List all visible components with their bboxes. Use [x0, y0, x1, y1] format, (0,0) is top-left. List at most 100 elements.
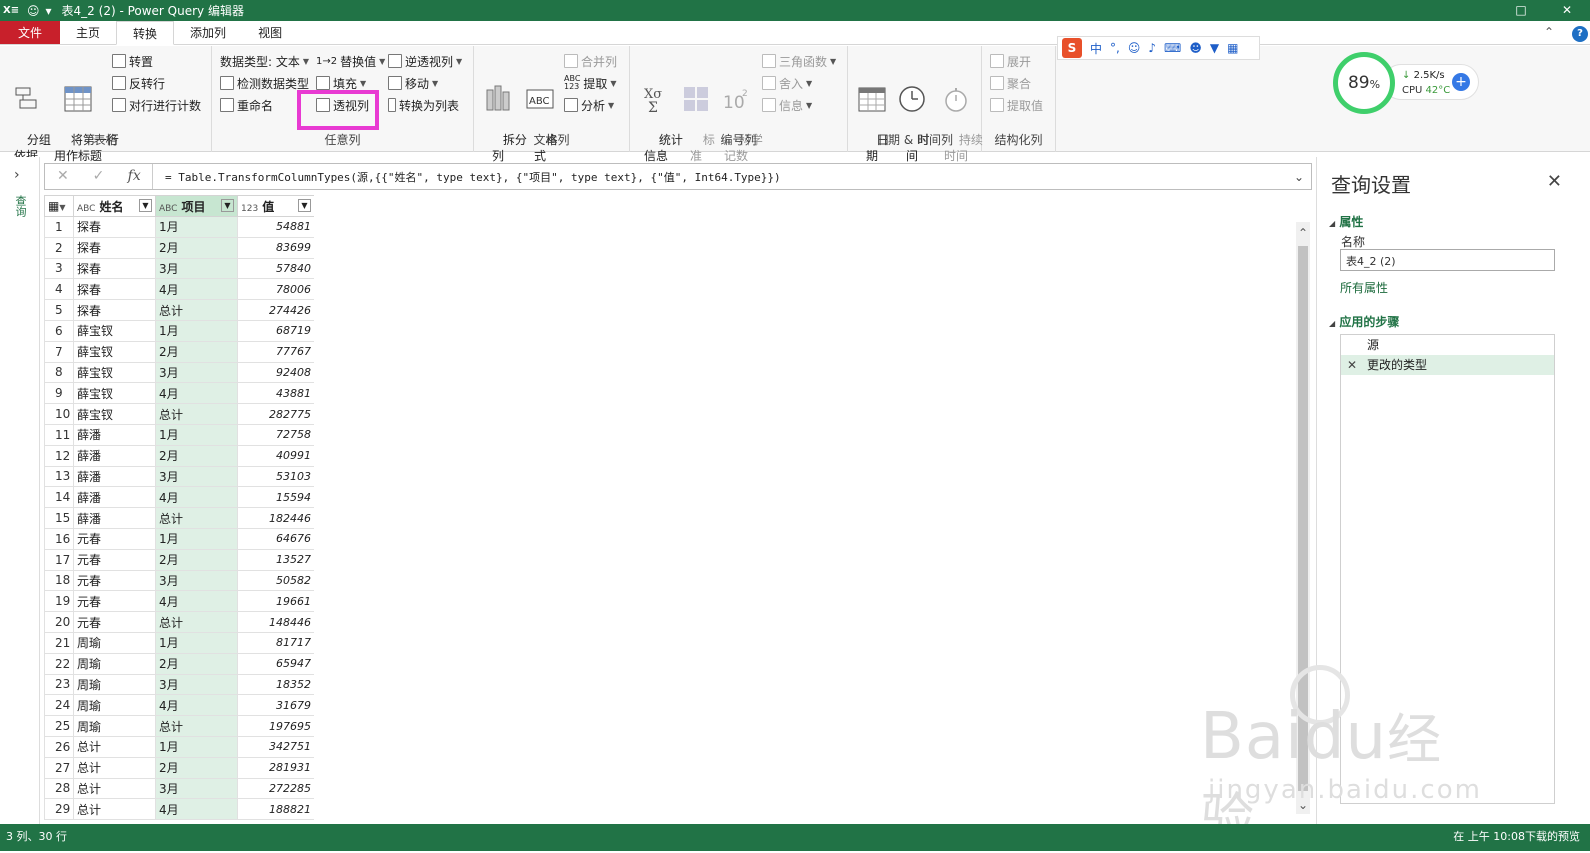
cell-name[interactable]: 周瑜 [73, 652, 156, 675]
row-number[interactable]: 20 [44, 611, 74, 633]
table-row[interactable]: 23 周瑜 3月 18352 [44, 673, 314, 696]
scroll-down-icon[interactable]: ⌄ [1296, 798, 1310, 812]
table-row[interactable]: 2 探春 2月 83699 [44, 236, 314, 259]
row-number[interactable]: 13 [44, 465, 74, 488]
close-icon[interactable]: ✕ [1547, 171, 1562, 192]
scroll-up-icon[interactable]: ⌃ [1296, 226, 1310, 240]
cell-value[interactable]: 18352 [237, 673, 314, 696]
confirm-formula-icon[interactable]: ✓ [81, 164, 117, 189]
cell-name[interactable]: 薛宝钗 [73, 382, 156, 405]
cell-item[interactable]: 3月 [155, 257, 238, 280]
table-row[interactable]: 20 元春 总计 148446 [44, 611, 314, 633]
move-button[interactable]: 移动 ▼ [388, 73, 438, 93]
cell-name[interactable]: 总计 [73, 798, 156, 821]
cell-value[interactable]: 83699 [237, 236, 314, 259]
row-number[interactable]: 12 [44, 444, 74, 467]
row-number[interactable]: 15 [44, 507, 74, 529]
table-row[interactable]: 11 薛潘 1月 72758 [44, 423, 314, 446]
cell-item[interactable]: 4月 [155, 798, 238, 821]
cell-name[interactable]: 薛潘 [73, 507, 156, 529]
cell-item[interactable]: 1月 [155, 319, 238, 342]
tab-view[interactable]: 视图 [242, 21, 298, 44]
cell-value[interactable]: 272285 [237, 777, 314, 800]
cell-item[interactable]: 总计 [155, 715, 238, 737]
row-number[interactable]: 6 [44, 319, 74, 342]
microphone-icon[interactable]: ♪ [1148, 41, 1156, 55]
expand-queries-icon[interactable]: › [14, 167, 20, 183]
use-first-row-as-headers-button[interactable]: 将第一行 用作标题 [48, 52, 119, 180]
cell-value[interactable]: 31679 [237, 694, 314, 717]
split-column-button[interactable]: 拆分 列 [480, 52, 527, 180]
cell-value[interactable]: 197695 [237, 715, 314, 737]
table-row[interactable]: 12 薛潘 2月 40991 [44, 444, 314, 467]
cell-item[interactable]: 1月 [155, 631, 238, 654]
table-row[interactable]: 1 探春 1月 54881 [44, 216, 314, 238]
punctuation-toggle[interactable]: °, [1110, 41, 1120, 55]
query-name-input[interactable]: 表4_2 (2) [1340, 249, 1555, 271]
close-button[interactable]: ✕ [1544, 0, 1590, 21]
cell-item[interactable]: 4月 [155, 590, 238, 613]
table-row[interactable]: 17 元春 2月 13527 [44, 548, 314, 571]
table-row[interactable]: 24 周瑜 4月 31679 [44, 694, 314, 717]
cell-value[interactable]: 282775 [237, 403, 314, 425]
cell-value[interactable]: 148446 [237, 611, 314, 633]
cell-item[interactable]: 2月 [155, 236, 238, 259]
standard-button[interactable]: 标 准 [680, 52, 715, 180]
convert-to-list-button[interactable]: 转换为列表 [388, 95, 459, 115]
table-row[interactable]: 15 薛潘 总计 182446 [44, 507, 314, 529]
step-source[interactable]: 源 [1341, 335, 1554, 355]
cell-value[interactable]: 43881 [237, 382, 314, 405]
queries-label[interactable]: 查询 [12, 195, 27, 217]
row-number[interactable]: 3 [44, 257, 74, 280]
cell-value[interactable]: 78006 [237, 278, 314, 301]
column-header-name[interactable]: ABC 姓名 ▼ [73, 195, 156, 217]
applied-steps-section[interactable]: ◢ 应用的步骤 [1329, 313, 1399, 330]
row-number[interactable]: 27 [44, 756, 74, 779]
cell-item[interactable]: 1月 [155, 216, 238, 238]
table-row[interactable]: 6 薛宝钗 1月 68719 [44, 319, 314, 342]
table-row[interactable]: 29 总计 4月 188821 [44, 798, 314, 821]
cell-item[interactable]: 2月 [155, 444, 238, 467]
table-menu-icon[interactable]: ▦▼ [44, 195, 74, 217]
scientific-button[interactable]: 10 2 科学 记数 [716, 52, 763, 180]
row-number[interactable]: 17 [44, 548, 74, 571]
duration-button[interactable]: 持续 时间 [936, 52, 983, 180]
cell-value[interactable]: 77767 [237, 340, 314, 363]
cell-item[interactable]: 总计 [155, 611, 238, 633]
tab-home[interactable]: 主页 [60, 21, 116, 44]
cell-value[interactable]: 13527 [237, 548, 314, 571]
cell-name[interactable]: 薛宝钗 [73, 319, 156, 342]
cell-name[interactable]: 薛潘 [73, 444, 156, 467]
cell-item[interactable]: 4月 [155, 486, 238, 509]
cell-value[interactable]: 188821 [237, 798, 314, 821]
cell-item[interactable]: 3月 [155, 569, 238, 592]
row-number[interactable]: 23 [44, 673, 74, 696]
row-number[interactable]: 5 [44, 299, 74, 321]
statistics-button[interactable]: Xσ Σ 统计 信息 [636, 52, 683, 180]
all-properties-link[interactable]: 所有属性 [1340, 279, 1388, 296]
rename-button[interactable]: 重命名 [220, 95, 273, 115]
cell-name[interactable]: 探春 [73, 257, 156, 280]
cell-name[interactable]: 探春 [73, 278, 156, 301]
cell-item[interactable]: 总计 [155, 507, 238, 529]
table-row[interactable]: 10 薛宝钗 总计 282775 [44, 403, 314, 425]
cell-name[interactable]: 探春 [73, 299, 156, 321]
cell-item[interactable]: 3月 [155, 465, 238, 488]
row-number[interactable]: 9 [44, 382, 74, 405]
table-row[interactable]: 28 总计 3月 272285 [44, 777, 314, 800]
parse-button[interactable]: 分析 ▼ [564, 95, 614, 115]
formula-input[interactable]: = Table.TransformColumnTypes(源,{{"姓名", t… [153, 169, 1287, 185]
cell-item[interactable]: 1月 [155, 735, 238, 758]
table-row[interactable]: 26 总计 1月 342751 [44, 735, 314, 758]
cell-name[interactable]: 薛宝钗 [73, 340, 156, 363]
row-number[interactable]: 7 [44, 340, 74, 363]
cell-item[interactable]: 4月 [155, 694, 238, 717]
row-number[interactable]: 21 [44, 631, 74, 654]
cell-value[interactable]: 182446 [237, 507, 314, 529]
row-number[interactable]: 4 [44, 278, 74, 301]
replace-values-button[interactable]: 1→2 替换值 ▼ [316, 51, 385, 71]
table-row[interactable]: 21 周瑜 1月 81717 [44, 631, 314, 654]
cell-value[interactable]: 57840 [237, 257, 314, 280]
row-number[interactable]: 11 [44, 423, 74, 446]
table-row[interactable]: 8 薛宝钗 3月 92408 [44, 361, 314, 384]
